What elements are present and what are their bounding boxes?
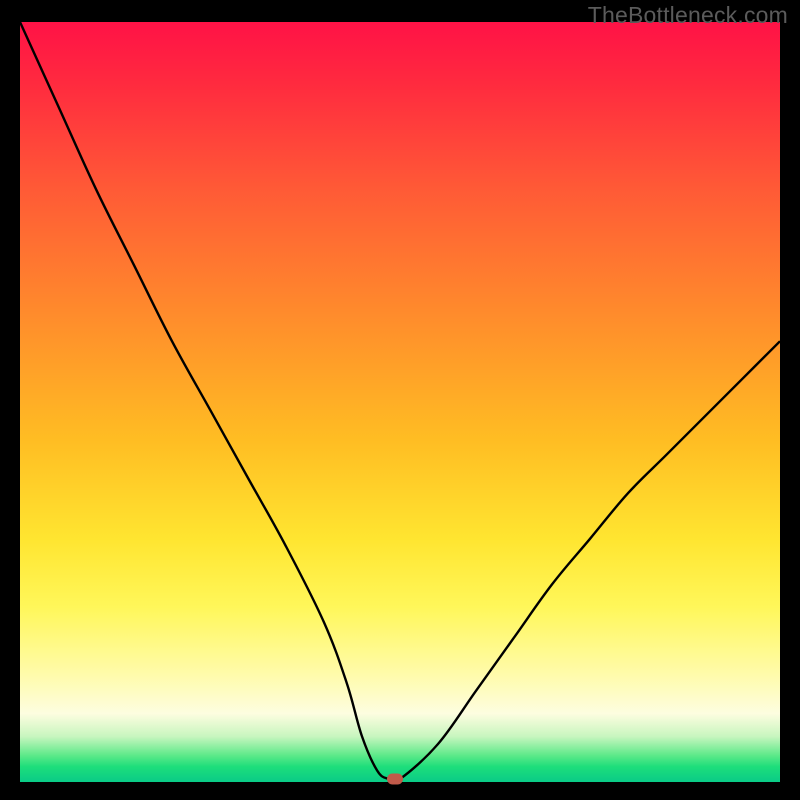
bottleneck-curve [20, 22, 780, 782]
optimal-point-marker [387, 774, 403, 785]
chart-frame: TheBottleneck.com [0, 0, 800, 800]
watermark-text: TheBottleneck.com [588, 2, 788, 29]
curve-path [20, 22, 780, 782]
